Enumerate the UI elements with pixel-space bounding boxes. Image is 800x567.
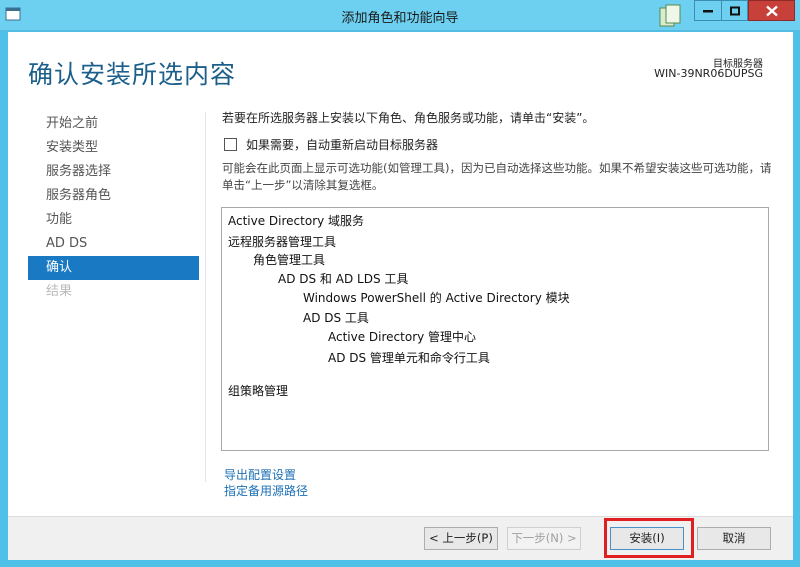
feature-item: 组策略管理 <box>228 384 289 398</box>
feature-item: AD DS 工具 <box>303 311 369 325</box>
feature-item: AD DS 和 AD LDS 工具 <box>278 272 409 286</box>
install-instruction: 若要在所选服务器上安装以下角色、角色服务或功能，请单击“安装”。 <box>222 111 595 125</box>
install-highlight-box <box>604 518 694 558</box>
next-button: 下一步(N) > <box>507 527 581 550</box>
nav-item-installation-type[interactable]: 安装类型 <box>28 136 199 160</box>
nav-item-before-you-begin[interactable]: 开始之前 <box>28 112 199 136</box>
feature-item: Windows PowerShell 的 Active Directory 模块 <box>303 291 570 305</box>
target-server-name: WIN-39NR06DUPSG <box>654 67 763 80</box>
nav-item-server-roles[interactable]: 服务器角色 <box>28 184 199 208</box>
wizard-nav: 开始之前 安装类型 服务器选择 服务器角色 功能 AD DS 确认 结果 <box>28 112 199 304</box>
restart-checkbox[interactable] <box>224 138 237 151</box>
title-bar[interactable]: 添加角色和功能向导 <box>0 0 800 31</box>
feature-item: Active Directory 域服务 <box>228 214 365 228</box>
previous-button[interactable]: < 上一步(P) <box>424 527 498 550</box>
close-icon <box>765 5 778 16</box>
nav-divider <box>205 112 206 482</box>
maximize-icon <box>729 6 740 15</box>
alternate-source-link[interactable]: 指定备用源路径 <box>224 482 308 499</box>
feature-item: 角色管理工具 <box>253 253 326 267</box>
feature-item: 远程服务器管理工具 <box>228 235 337 249</box>
export-settings-link[interactable]: 导出配置设置 <box>224 466 296 483</box>
feature-item: Active Directory 管理中心 <box>328 330 477 344</box>
cancel-button[interactable]: 取消 <box>697 527 771 550</box>
minimize-button[interactable] <box>694 0 721 21</box>
optional-features-note: 可能会在此页面上显示可选功能(如管理工具)，因为已自动选择这些功能。如果不希望安… <box>222 161 772 192</box>
server-manager-icon <box>659 4 681 27</box>
page-title: 确认安装所选内容 <box>28 60 237 89</box>
nav-item-results: 结果 <box>46 284 73 299</box>
nav-item-server-selection[interactable]: 服务器选择 <box>28 160 199 184</box>
minimize-icon <box>703 9 713 12</box>
feature-item: AD DS 管理单元和命令行工具 <box>328 351 490 365</box>
restart-checkbox-label[interactable]: 如果需要，自动重新启动目标服务器 <box>246 136 438 153</box>
nav-item-ad-ds[interactable]: AD DS <box>28 232 199 256</box>
nav-item-confirmation[interactable]: 确认 <box>28 256 199 280</box>
feature-list: Active Directory 域服务 远程服务器管理工具 角色管理工具 AD… <box>221 207 769 451</box>
nav-item-features[interactable]: 功能 <box>28 208 199 232</box>
close-button[interactable] <box>748 0 795 21</box>
maximize-button[interactable] <box>721 0 748 21</box>
wizard-content: 确认安装所选内容 目标服务器 WIN-39NR06DUPSG 开始之前 安装类型… <box>8 32 793 560</box>
